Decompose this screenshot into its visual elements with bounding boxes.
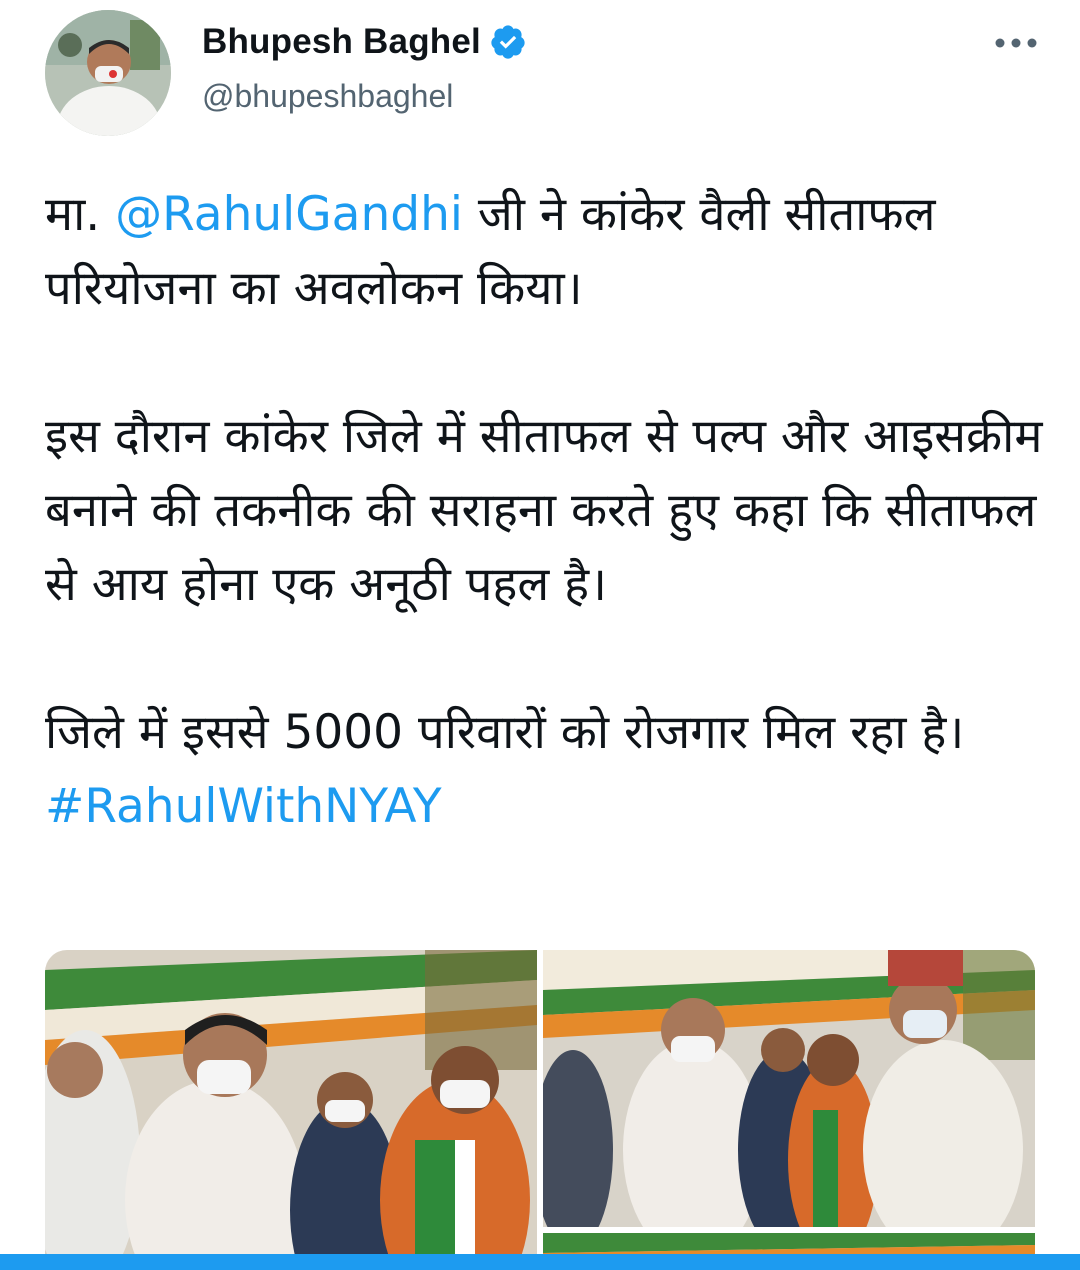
avatar[interactable] <box>45 10 171 136</box>
more-horizontal-icon[interactable] <box>992 28 1040 58</box>
author-name-row: Bhupesh Baghel <box>202 22 527 62</box>
text-segment: इस दौरान कांकेर जिले में सीताफल से पल्प … <box>45 409 1043 612</box>
tweet-paragraph-3: जिले में इससे 5000 परिवारों को रोजगार मि… <box>45 696 1055 844</box>
text-segment: मा. <box>45 187 116 242</box>
tweet-header: Bhupesh Baghel @bhupeshbaghel <box>0 0 1080 150</box>
tweet-paragraph-2: इस दौरान कांकेर जिले में सीताफल से पल्प … <box>45 400 1055 622</box>
text-segment: जिले में इससे 5000 परिवारों को रोजगार मि… <box>45 705 965 760</box>
media-grid <box>45 950 1035 1270</box>
author-handle[interactable]: @bhupeshbaghel <box>202 78 453 115</box>
bottom-accent-bar <box>0 1254 1080 1270</box>
photo-2[interactable] <box>543 950 1035 1227</box>
avatar-image <box>45 10 171 136</box>
author-name[interactable]: Bhupesh Baghel <box>202 22 481 62</box>
mention-link[interactable]: @RahulGandhi <box>115 187 463 242</box>
hashtag-link[interactable]: #RahulWithNYAY <box>45 779 442 834</box>
tweet-paragraph-1: मा. @RahulGandhi जी ने कांकेर वैली सीताफ… <box>45 178 1055 326</box>
verified-badge-icon <box>491 25 525 59</box>
tweet-text: मा. @RahulGandhi जी ने कांकेर वैली सीताफ… <box>45 178 1055 844</box>
photo-1[interactable] <box>45 950 537 1270</box>
